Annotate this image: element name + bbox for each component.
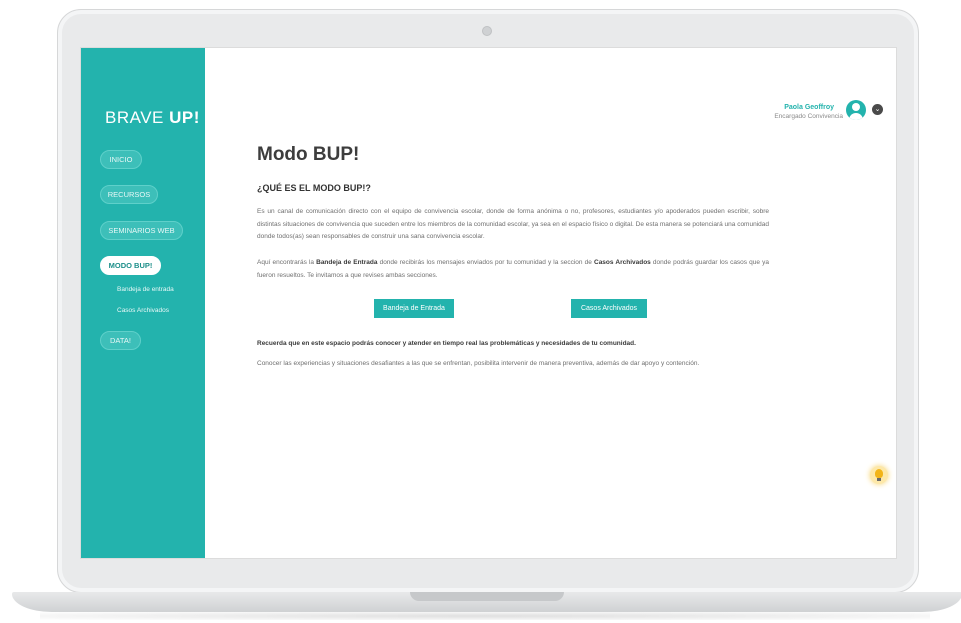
sidebar-item-recursos[interactable]: RECURSOS bbox=[100, 185, 158, 204]
intro-paragraph: Es un canal de comunicación directo con … bbox=[257, 208, 769, 240]
laptop-base-notch bbox=[410, 592, 564, 601]
chevron-down-icon[interactable]: ⌄ bbox=[872, 104, 883, 115]
user-avatar-icon[interactable] bbox=[846, 100, 866, 120]
app-screen: BRAVE UP! INICIO RECURSOS SEMINARIOS WEB… bbox=[80, 47, 897, 559]
sidebar-item-inicio[interactable]: INICIO bbox=[100, 150, 142, 169]
brand-logo[interactable]: BRAVE UP! bbox=[105, 108, 200, 128]
inbox-button[interactable]: Bandeja de Entrada bbox=[374, 299, 454, 318]
user-name: Paola Geoffroy bbox=[784, 104, 834, 111]
page-title: Modo BUP! bbox=[257, 144, 360, 165]
sidebar-subitem-bandeja[interactable]: Bandeja de entrada bbox=[117, 286, 174, 293]
sidebar-item-modo-bup[interactable]: MODO BUP! bbox=[100, 256, 161, 275]
user-role: Encargado Convivencia bbox=[774, 113, 843, 120]
archived-cases-button[interactable]: Casos Archivados bbox=[571, 299, 647, 318]
section-heading: ¿QUÉ ES EL MODO BUP!? bbox=[257, 183, 371, 193]
webcam bbox=[482, 26, 492, 36]
note-text: Conocer las experiencias y situaciones d… bbox=[257, 360, 700, 367]
sidebar-item-seminarios-web[interactable]: SEMINARIOS WEB bbox=[100, 221, 183, 240]
sidebar-item-data[interactable]: DATA! bbox=[100, 331, 141, 350]
sidebar-subitem-archivados[interactable]: Casos Archivados bbox=[117, 307, 169, 314]
laptop-shadow bbox=[40, 612, 930, 620]
sidebar: BRAVE UP! INICIO RECURSOS SEMINARIOS WEB… bbox=[81, 48, 205, 558]
reminder-text: Recuerda que en este espacio podrás cono… bbox=[257, 340, 636, 347]
inbox-paragraph: Aquí encontrarás la Bandeja de Entrada d… bbox=[257, 259, 769, 279]
lightbulb-icon[interactable] bbox=[870, 466, 888, 484]
